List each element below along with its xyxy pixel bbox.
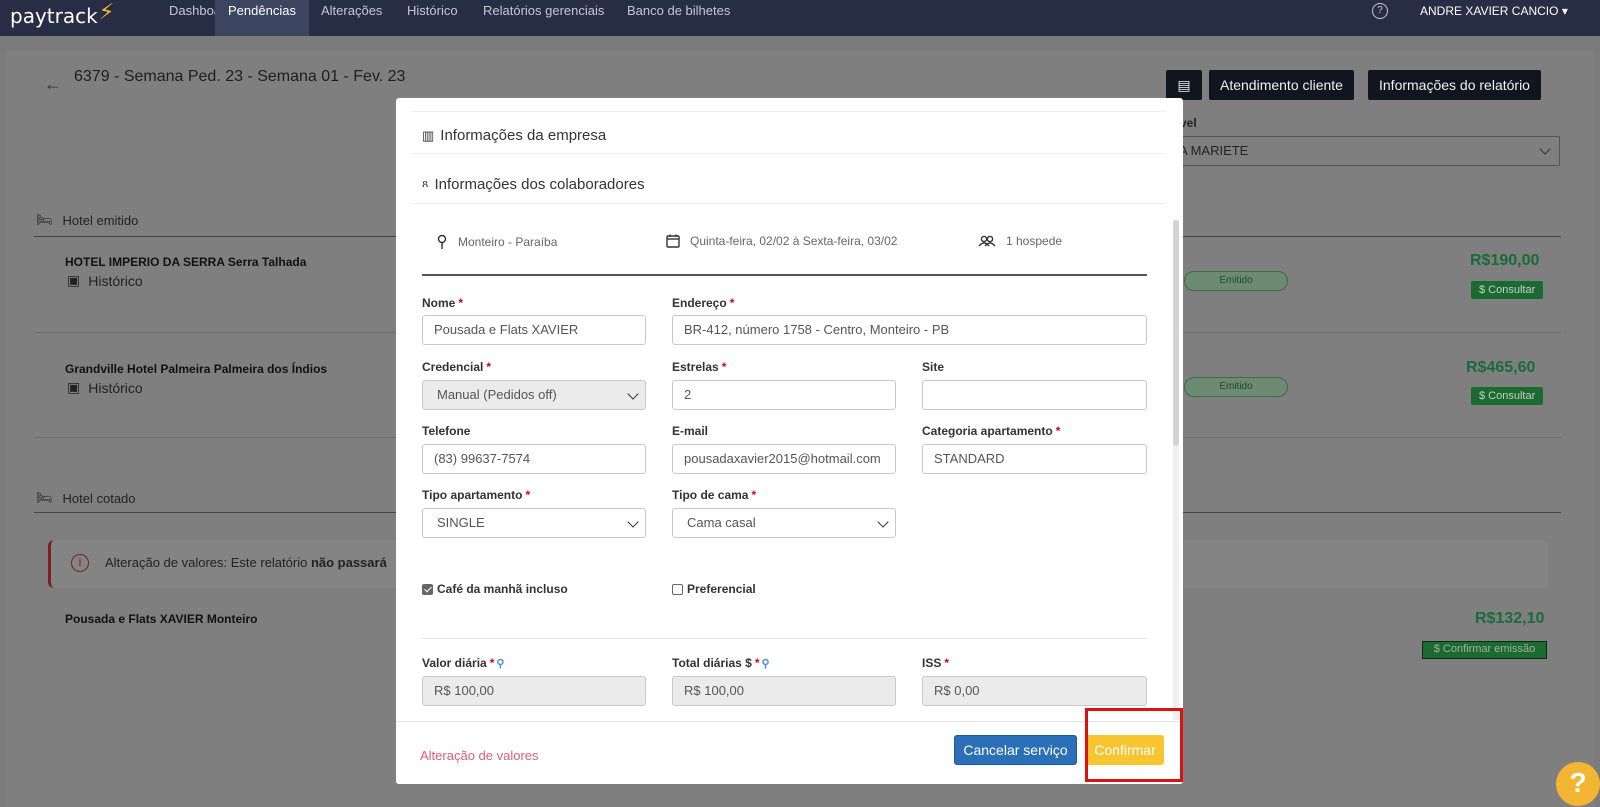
modal-footer: Alteração de valores Cancelar serviço Co…	[396, 721, 1183, 784]
estrelas-input[interactable]: 2	[672, 380, 896, 410]
hotel-cotado-heading: 🛏 Hotel cotado	[36, 490, 136, 506]
tipo-apartamento-select[interactable]: SINGLE	[422, 508, 646, 538]
help-tooltip-icon[interactable]: ⚲	[761, 658, 769, 670]
nome-input[interactable]: Pousada e Flats XAVIER	[422, 315, 646, 345]
checkbox-checked-icon	[422, 583, 433, 595]
location-info: Monteiro - Paraíba	[436, 234, 557, 250]
consultar-button[interactable]: $ Consultar	[1471, 281, 1544, 299]
hotel-price: R$465,60	[1466, 359, 1536, 376]
history-link[interactable]: ▣ Histórico	[67, 272, 143, 289]
endereco-input[interactable]: BR-412, número 1758 - Centro, Monteiro -…	[672, 315, 1147, 345]
highlight-box	[1085, 708, 1183, 782]
divider	[422, 274, 1147, 276]
iss-input: R$ 0,00	[922, 676, 1147, 706]
bed-icon: 🛏	[36, 490, 53, 505]
caret-down-icon: ▾	[1561, 4, 1568, 18]
hotel-name: Grandville Hotel Palmeira Palmeira dos Í…	[65, 362, 328, 376]
hotel-emitido-heading: 🛏 Hotel emitido	[36, 212, 139, 228]
nav-historico[interactable]: Histórico	[394, 0, 471, 36]
calendar-icon	[666, 234, 680, 248]
total-diarias-input: R$ 100,00	[672, 676, 896, 706]
accordion-company-info[interactable]: ▥ Informações da empresa	[422, 127, 606, 144]
modal-scrollbar[interactable]	[1173, 220, 1179, 720]
bed-icon: 🛏	[36, 212, 53, 227]
categoria-input[interactable]: STANDARD	[922, 444, 1147, 474]
chevron-down-icon	[627, 388, 639, 400]
divider	[411, 111, 1166, 112]
help-tooltip-icon[interactable]: ⚲	[496, 658, 504, 670]
nav-pendencias[interactable]: Pendências	[215, 0, 309, 36]
divider	[411, 153, 1166, 154]
divider	[411, 203, 1166, 204]
cancelar-servico-button[interactable]: Cancelar serviço	[954, 735, 1077, 765]
help-fab-icon[interactable]: ?	[1556, 762, 1600, 806]
divider	[422, 638, 1147, 639]
hotel-name: HOTEL IMPERIO DA SERRA Serra Talhada	[65, 255, 307, 269]
responsible-select[interactable]: A MARIETE	[1160, 136, 1560, 166]
history-link[interactable]: ▣ Histórico	[67, 379, 143, 396]
history-icon: ▣	[67, 272, 81, 288]
checkbox-unchecked-icon	[672, 583, 683, 595]
back-arrow-icon[interactable]: ←	[44, 74, 62, 95]
nav-alteracoes[interactable]: Alterações	[308, 0, 395, 36]
bolt-icon: ⚡	[98, 0, 115, 25]
status-badge: Emitido	[1184, 377, 1288, 397]
valor-diaria-input: R$ 100,00	[422, 676, 646, 706]
alteracao-valores-link[interactable]: Alteração de valores	[420, 748, 539, 763]
categoria-label: Categoria apartamento *	[922, 424, 1061, 438]
dates-info: Quinta-feira, 02/02 à Sexta-feira, 03/02	[666, 234, 897, 248]
email-input[interactable]: pousadaxavier2015@hotmail.com	[672, 444, 896, 474]
iss-label: ISS *	[922, 656, 950, 670]
credencial-select[interactable]: Manual (Pedidos off)	[422, 380, 646, 410]
informacoes-relatorio-button[interactable]: Informações do relatório	[1368, 70, 1541, 100]
site-input[interactable]	[922, 380, 1147, 410]
hotel-price: R$132,10	[1475, 610, 1545, 627]
chevron-down-icon	[877, 516, 889, 528]
help-icon[interactable]: ?	[1372, 3, 1388, 19]
preferencial-checkbox[interactable]: Preferencial	[672, 582, 756, 596]
hotel-name: Pousada e Flats XAVIER Monteiro	[65, 612, 258, 626]
user-menu[interactable]: ANDRE XAVIER CANCIO ▾	[1420, 4, 1568, 18]
status-badge: Emitido	[1184, 271, 1288, 291]
telefone-input[interactable]: (83) 99637-7574	[422, 444, 646, 474]
top-navbar: paytrack ⚡ Dashboard Pendências Alteraçõe…	[0, 0, 1600, 36]
valor-diaria-label: Valor diária * ⚲	[422, 656, 505, 670]
nav-banco-de-bilhetes[interactable]: Banco de bilhetes	[614, 0, 743, 36]
map-pin-icon	[437, 234, 447, 249]
nome-label: Nome *	[422, 296, 464, 310]
atendimento-cliente-button[interactable]: Atendimento cliente	[1209, 70, 1354, 100]
modal-body[interactable]: ▥ Informações da empresa ጸ Informações dos…	[396, 98, 1183, 721]
confirmar-emissao-button[interactable]: $ Confirmar emissão	[1422, 641, 1547, 659]
chevron-down-icon	[1539, 143, 1551, 155]
history-icon: ▣	[67, 379, 81, 395]
guests-info: 1 hospede	[978, 234, 1062, 248]
tipo-apartamento-label: Tipo apartamento *	[422, 488, 531, 502]
users-icon: ጸ	[422, 178, 429, 190]
info-icon: i	[71, 554, 89, 572]
report-title: 6379 - Semana Ped. 23 - Semana 01 - Fev.…	[74, 68, 406, 85]
estrelas-label: Estrelas *	[672, 360, 727, 374]
tipo-cama-select[interactable]: Cama casal	[672, 508, 896, 538]
telefone-label: Telefone	[422, 424, 471, 438]
document-icon-button[interactable]: ▤	[1166, 70, 1202, 100]
consultar-button[interactable]: $ Consultar	[1471, 387, 1544, 405]
scrollbar-thumb[interactable]	[1173, 220, 1179, 446]
paytrack-logo[interactable]: paytrack ⚡	[10, 0, 114, 28]
edit-hotel-modal: ▥ Informações da empresa ጸ Informações dos…	[396, 98, 1183, 784]
nav-relatorios-gerenciais[interactable]: Relatórios gerenciais	[470, 0, 617, 36]
accordion-collaborators-info[interactable]: ጸ Informações dos colaboradores	[422, 176, 645, 193]
chevron-down-icon	[627, 516, 639, 528]
hotel-price: R$190,00	[1470, 252, 1540, 269]
site-label: Site	[922, 360, 945, 374]
building-icon: ▥	[422, 127, 435, 143]
credencial-label: Credencial *	[422, 360, 492, 374]
cafe-checkbox[interactable]: Café da manhã incluso	[422, 582, 568, 596]
users-icon	[978, 235, 996, 247]
total-diarias-label: Total diárias $ * ⚲	[672, 656, 770, 670]
tipo-cama-label: Tipo de cama *	[672, 488, 757, 502]
email-label: E-mail	[672, 424, 709, 438]
endereco-label: Endereço *	[672, 296, 735, 310]
